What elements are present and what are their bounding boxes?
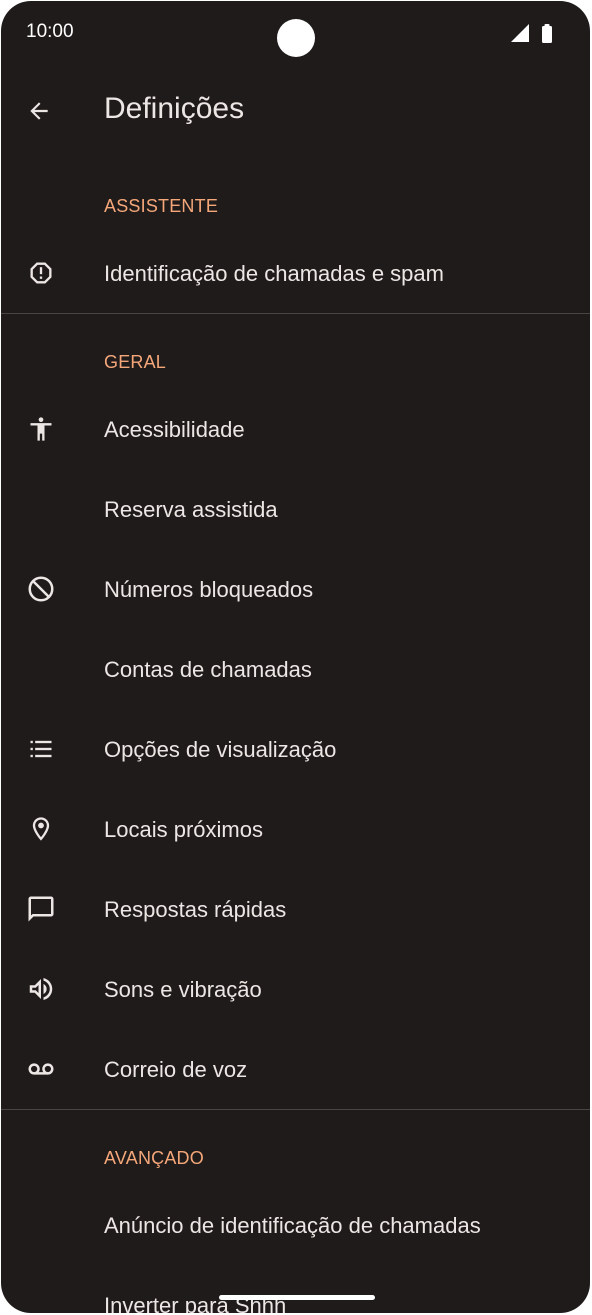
accessibility-icon (30, 417, 52, 441)
settings-item-caller-id-spam[interactable]: Identificação de chamadas e spam (1, 243, 590, 303)
settings-item-label: Sons e vibração (104, 977, 262, 1002)
camera-cutout (277, 19, 315, 57)
page-title: Definições (104, 92, 245, 125)
settings-item-label: Números bloqueados (104, 577, 314, 602)
arrow-back-icon (30, 102, 48, 120)
volume-icon (29, 978, 53, 1000)
settings-item-assisted-booking[interactable]: Reserva assistida (1, 479, 590, 539)
divider (1, 313, 590, 314)
section-header-assistente: ASSISTENTE (104, 196, 219, 216)
settings-item-label: Acessibilidade (104, 417, 245, 442)
alert-octagon-icon (30, 262, 52, 284)
cellular-signal-icon (511, 24, 529, 42)
settings-item-sounds-vibration[interactable]: Sons e vibração (1, 959, 590, 1019)
settings-item-quick-responses[interactable]: Respostas rápidas (1, 879, 590, 939)
app-bar: Definições (1, 79, 590, 143)
phone-screen: 10:00 Definições ASSISTENTE Identificaçã… (1, 1, 590, 1313)
settings-item-flip-to-shhh[interactable]: Inverter para Shhh (1, 1275, 590, 1313)
chat-bubble-icon (28, 896, 54, 922)
settings-item-label: Opções de visualização (104, 737, 337, 762)
back-button[interactable] (19, 91, 59, 131)
voicemail-icon (28, 1063, 54, 1075)
settings-item-label: Reserva assistida (104, 497, 278, 522)
settings-item-blocked-numbers[interactable]: Números bloqueados (1, 559, 590, 619)
settings-item-nearby-places[interactable]: Locais próximos (1, 799, 590, 859)
settings-item-label: Correio de voz (104, 1057, 248, 1082)
settings-item-label: Anúncio de identificação de chamadas (104, 1213, 481, 1238)
divider (1, 1109, 590, 1110)
settings-item-label: Respostas rápidas (104, 897, 287, 922)
list-icon (30, 740, 52, 758)
settings-item-label: Identificação de chamadas e spam (104, 261, 444, 286)
settings-item-display-options[interactable]: Opções de visualização (1, 719, 590, 779)
location-pin-icon (32, 817, 50, 841)
status-time: 10:00 (26, 21, 74, 42)
block-icon (28, 576, 54, 602)
section-header-geral: GERAL (104, 352, 167, 372)
gesture-home-bar[interactable] (219, 1295, 375, 1300)
settings-item-calling-accounts[interactable]: Contas de chamadas (1, 639, 590, 699)
status-icons (509, 23, 555, 45)
battery-icon (542, 24, 552, 43)
settings-item-caller-id-announcement[interactable]: Anúncio de identificação de chamadas (1, 1195, 590, 1255)
settings-item-accessibility[interactable]: Acessibilidade (1, 399, 590, 459)
settings-item-label: Locais próximos (104, 817, 263, 842)
section-header-avancado: AVANÇADO (104, 1148, 204, 1168)
settings-item-voicemail[interactable]: Correio de voz (1, 1039, 590, 1099)
settings-item-label: Contas de chamadas (104, 657, 312, 682)
